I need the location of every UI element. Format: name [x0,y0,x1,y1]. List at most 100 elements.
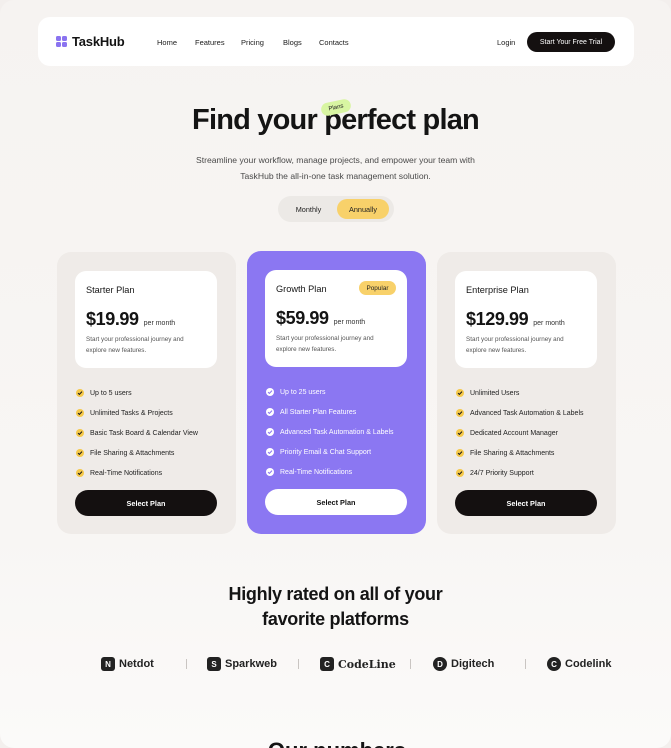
feature-label: Unlimited Users [470,389,520,397]
hero-subtitle-line2: TaskHub the all-in-one task management s… [240,171,431,181]
feature-list: Unlimited Users Advanced Task Automation… [456,383,584,483]
brand-name: Sparkweb [225,658,277,670]
feature-label: Advanced Task Automation & Labels [280,428,394,436]
logo-text: TaskHub [72,34,125,49]
plan-card-growth: Growth Plan Popular $59.99 per month Sta… [247,251,426,534]
plan-price: $19.99 [86,309,139,329]
feature-item: Real-Time Notifications [76,463,198,483]
check-icon [456,449,464,457]
codelink-logo-icon: C [547,657,561,671]
sparkweb-logo-icon: S [207,657,221,671]
feature-list: Up to 5 users Unlimited Tasks & Projects… [76,383,198,483]
hero-subtitle-line1: Streamline your workflow, manage project… [196,155,475,165]
feature-item: Unlimited Tasks & Projects [76,403,198,423]
brand-divider [410,659,411,669]
plan-period: per month [143,320,176,327]
feature-item: All Starter Plan Features [266,402,394,422]
brand-sparkweb: S Sparkweb [207,655,277,673]
brand-codeline: C CodeLine [320,655,396,673]
plan-description: Start your professional journey and expl… [466,336,564,354]
plan-description: Start your professional journey and expl… [86,336,184,354]
feature-item: Unlimited Users [456,383,584,403]
check-icon [76,389,84,397]
feature-item: Up to 5 users [76,383,198,403]
logo-icon [56,36,67,47]
feature-label: File Sharing & Attachments [90,449,175,457]
codeline-logo-icon: C [320,657,334,671]
price-row: $19.99 per month [86,309,175,330]
feature-item: Basic Task Board & Calendar View [76,423,198,443]
brand-name: CodeLine [338,657,396,671]
check-icon [266,468,274,476]
feature-item: Real-Time Notifications [266,462,394,482]
feature-item: Dedicated Account Manager [456,423,584,443]
check-icon [76,449,84,457]
feature-item: Priority Email & Chat Support [266,442,394,462]
plan-card-enterprise: Enterprise Plan $129.99 per month Start … [437,252,616,534]
feature-item: Advanced Task Automation & Labels [456,403,584,423]
brand-divider [186,659,187,669]
feature-label: Priority Email & Chat Support [280,448,372,456]
free-trial-button[interactable]: Start Your Free Trial [527,32,615,52]
feature-label: 24/7 Priority Support [470,469,534,477]
plan-header: Starter Plan $19.99 per month Start your… [75,271,217,368]
plan-name: Starter Plan [86,285,135,295]
billing-toggle: Monthly Annually [278,196,394,222]
nav-link-home[interactable]: Home [157,38,177,47]
feature-item: 24/7 Priority Support [456,463,584,483]
login-link[interactable]: Login [497,38,515,47]
brand-divider [525,659,526,669]
nav-link-features[interactable]: Features [195,38,225,47]
check-icon [76,469,84,477]
feature-item: Advanced Task Automation & Labels [266,422,394,442]
toggle-monthly[interactable]: Monthly [283,200,334,218]
price-row: $129.99 per month [466,309,565,330]
nav-link-pricing[interactable]: Pricing [241,38,264,47]
rated-heading-line2: favorite platforms [262,609,409,629]
select-plan-button[interactable]: Select Plan [265,489,407,515]
plan-period: per month [333,319,366,326]
nav-link-blogs[interactable]: Blogs [283,38,302,47]
brand-logos: N Netdot S Sparkweb C CodeLine D Digitec… [0,655,671,673]
brand-digitech: D Digitech [433,655,494,673]
check-icon [266,388,274,396]
feature-item: File Sharing & Attachments [76,443,198,463]
check-icon [456,389,464,397]
feature-item: Up to 25 users [266,382,394,402]
feature-label: Real-Time Notifications [90,469,163,477]
check-icon [266,408,274,416]
feature-list: Up to 25 users All Starter Plan Features… [266,382,394,482]
check-icon [76,429,84,437]
logo[interactable]: TaskHub [56,34,125,49]
check-icon [456,409,464,417]
feature-label: Real-Time Notifications [280,468,353,476]
feature-label: Basic Task Board & Calendar View [90,429,198,437]
feature-label: Up to 25 users [280,388,326,396]
brand-name: Netdot [119,658,154,670]
feature-label: All Starter Plan Features [280,408,357,416]
feature-item: File Sharing & Attachments [456,443,584,463]
brand-name: Codelink [565,658,612,670]
check-icon [456,429,464,437]
brand-codelink: C Codelink [547,655,611,673]
feature-label: Advanced Task Automation & Labels [470,409,584,417]
toggle-annually[interactable]: Annually [337,199,389,219]
brand-divider [298,659,299,669]
nav-link-contacts[interactable]: Contacts [319,38,349,47]
rated-heading: Highly rated on all of your favorite pla… [0,582,671,632]
select-plan-button[interactable]: Select Plan [455,490,597,516]
page: TaskHub Home Features Pricing Blogs Cont… [0,0,671,748]
plan-description: Start your professional journey and expl… [276,335,374,353]
navbar: TaskHub Home Features Pricing Blogs Cont… [38,17,634,66]
netdot-logo-icon: N [101,657,115,671]
plan-period: per month [533,320,565,327]
plan-name: Enterprise Plan [466,285,529,295]
select-plan-button[interactable]: Select Plan [75,490,217,516]
plan-price: $129.99 [466,309,529,329]
check-icon [76,409,84,417]
hero-subtitle: Streamline your workflow, manage project… [170,152,501,184]
plan-price: $59.99 [276,308,329,328]
check-icon [266,428,274,436]
plan-card-starter: Starter Plan $19.99 per month Start your… [57,252,236,534]
popular-badge: Popular [359,281,396,295]
